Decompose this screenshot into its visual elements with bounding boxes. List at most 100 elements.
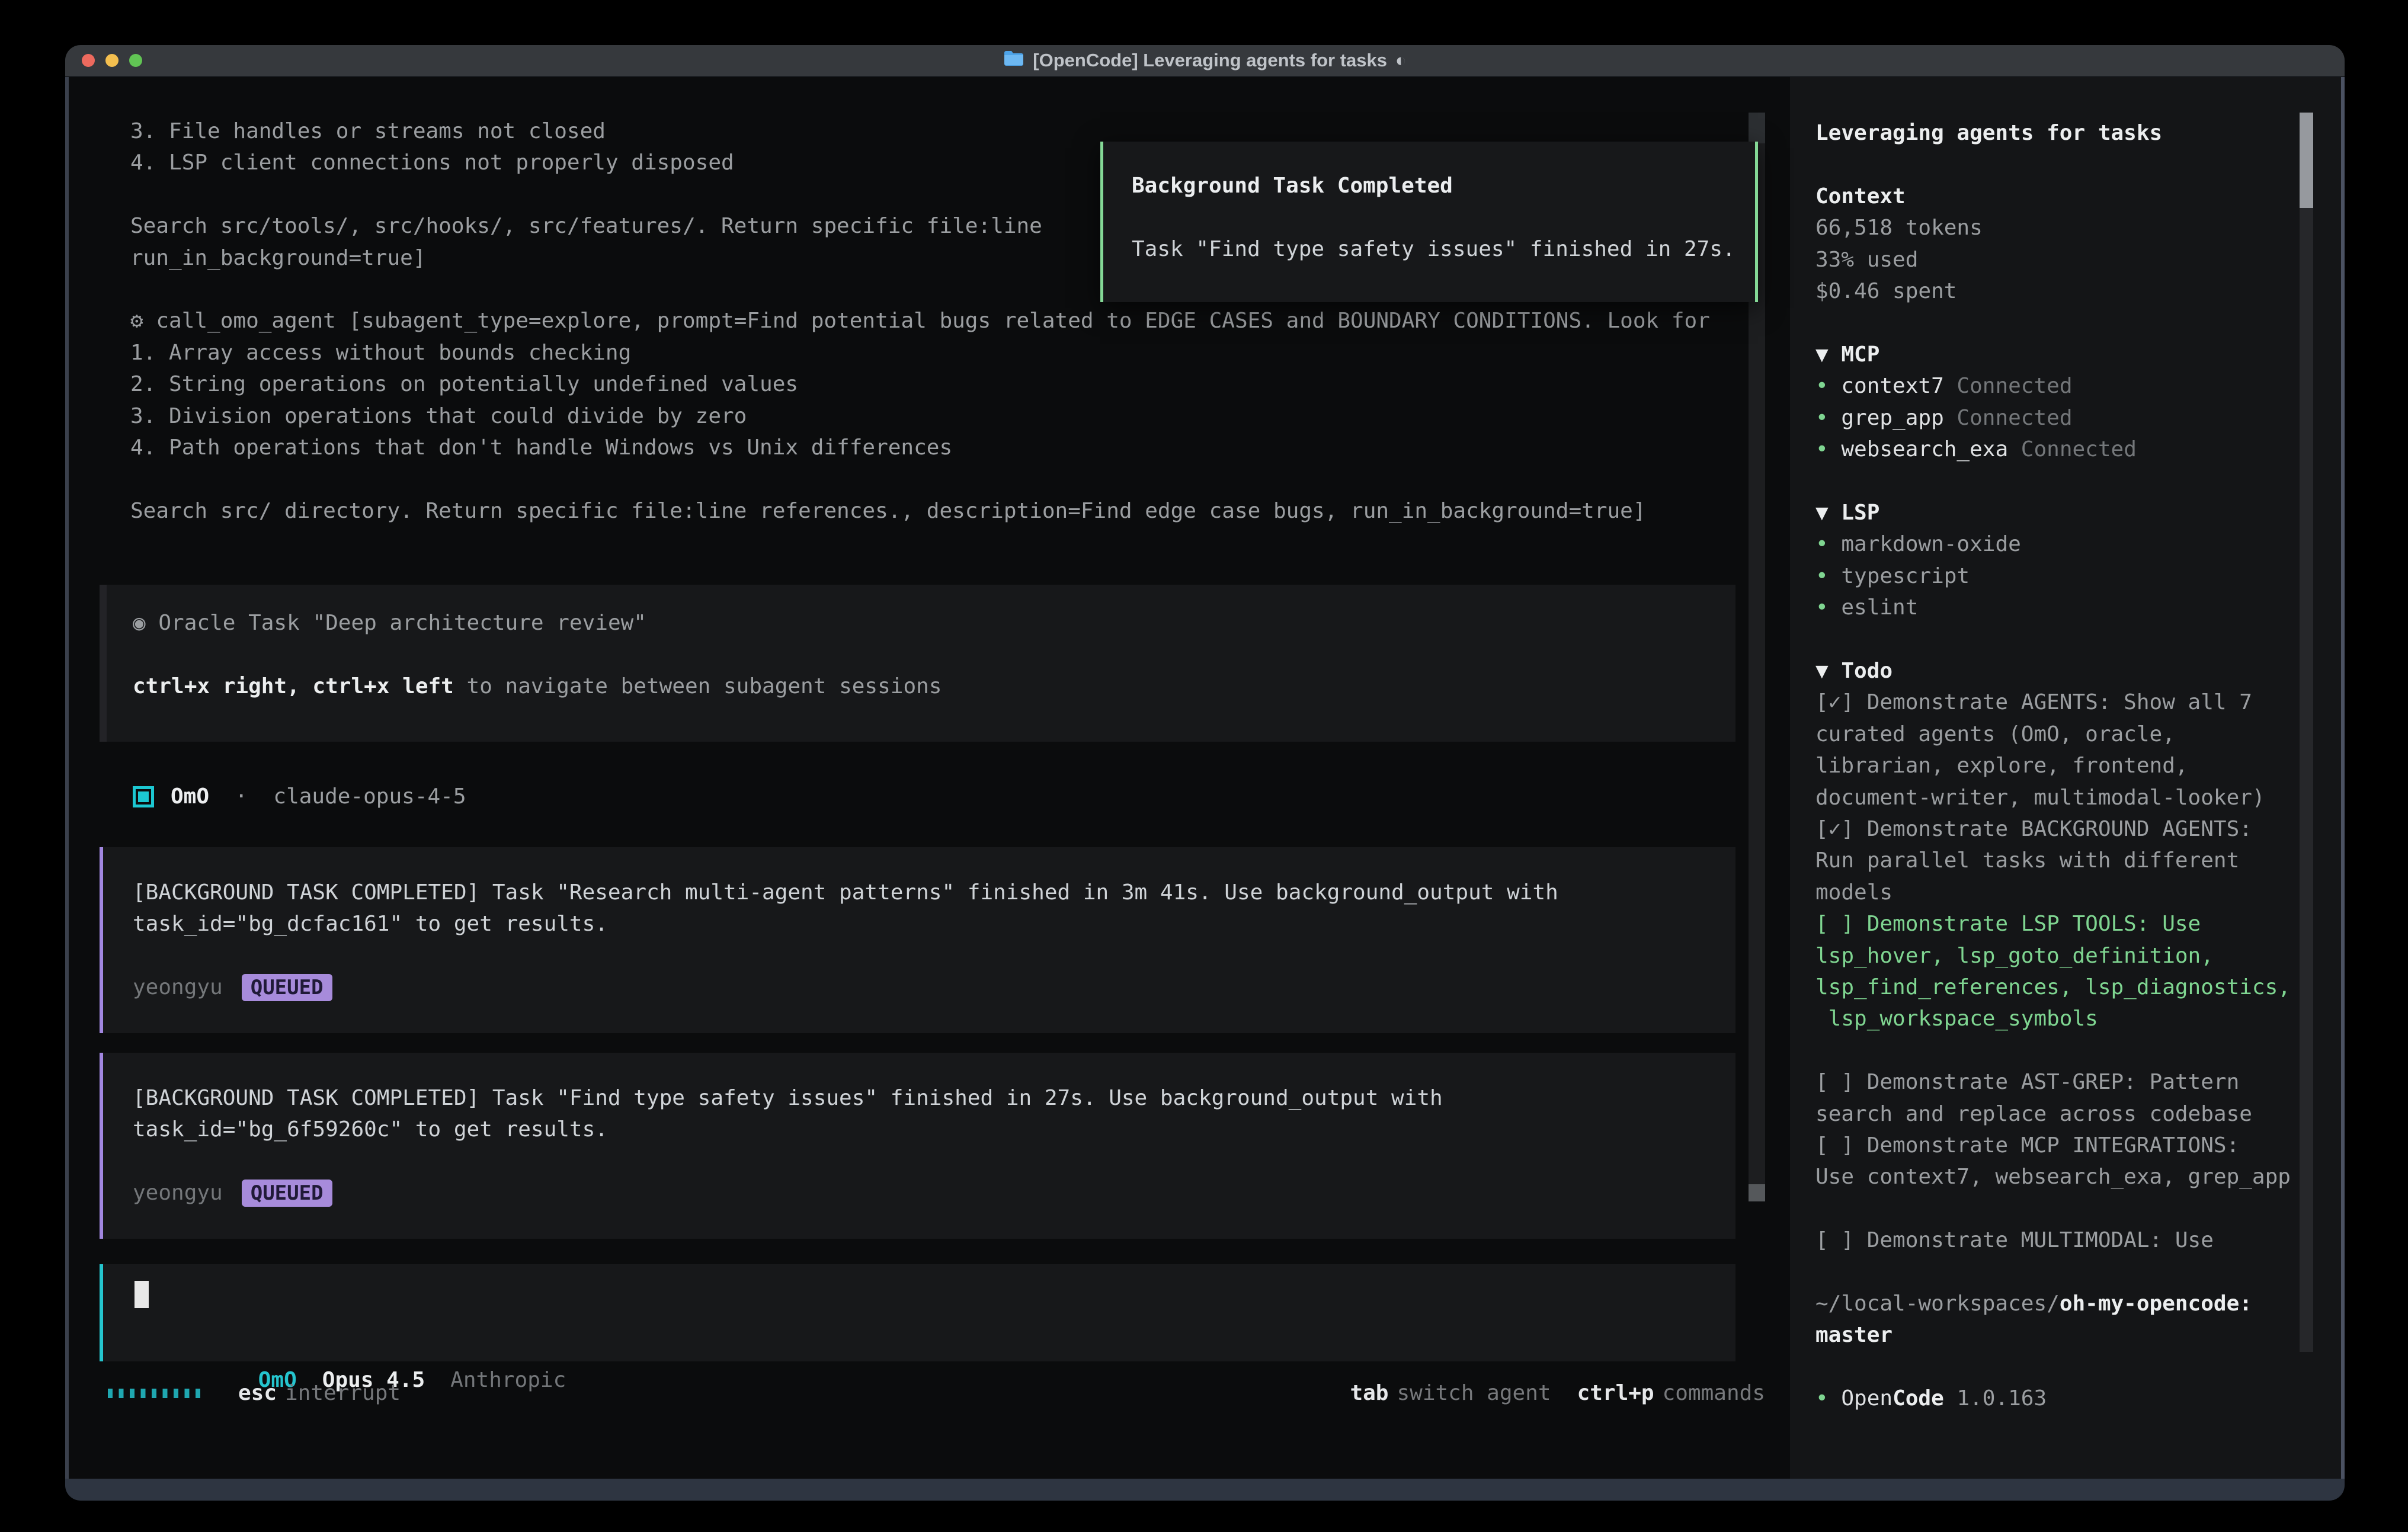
omo-square-icon	[133, 786, 154, 807]
text-line: lsp_workspace_symbols	[1815, 1003, 2313, 1034]
text-line	[1815, 624, 2313, 655]
minimize-button[interactable]	[105, 54, 119, 67]
text-cursor	[135, 1281, 149, 1308]
text-line: Leveraging agents for tasks	[1815, 117, 2313, 149]
background-task-message: [BACKGROUND TASK COMPLETED] Task "Find t…	[100, 1053, 1735, 1239]
text-line: [ ] Demonstrate LSP TOOLS: Use	[1815, 908, 2313, 940]
text-line: librarian, explore, frontend,	[1815, 750, 2313, 781]
main-scrollbar-thumb[interactable]	[1749, 1184, 1765, 1201]
sidebar-scrollbar-thumb[interactable]	[2300, 113, 2313, 208]
agent-separator: ·	[209, 781, 273, 812]
text-line: • eslint	[1815, 592, 2313, 623]
agent-model: claude-opus-4-5	[273, 781, 466, 812]
toast-title: Background Task Completed	[1132, 170, 1755, 201]
notification-toast: Background Task Completed Task "Find typ…	[1100, 142, 1758, 302]
text-line	[1815, 149, 2313, 180]
text-line: • context7 Connected	[1815, 370, 2313, 402]
text-line	[133, 639, 1735, 670]
text-line: Use context7, websearch_exa, grep_app	[1815, 1161, 2313, 1193]
text-line: $0.46 spent	[1815, 275, 2313, 307]
text-line	[1815, 1193, 2313, 1225]
text-line: document-writer, multimodal-looker)	[1815, 782, 2313, 813]
text-line: ctrl+x right, ctrl+x left to navigate be…	[133, 671, 1735, 702]
oracle-panel-lines: ◉ Oracle Task "Deep architecture review"…	[133, 607, 1735, 702]
toast-body: Task "Find type safety issues" finished …	[1132, 233, 1755, 265]
text-line: 2. String operations on potentially unde…	[130, 368, 1807, 400]
message-author: yeongyu	[133, 972, 223, 1003]
prompt-input[interactable]: OmOOpus 4.5Anthropic	[100, 1264, 1735, 1361]
sidebar-scrollbar[interactable]	[2300, 113, 2313, 1352]
text-line: [✓] Demonstrate AGENTS: Show all 7	[1815, 687, 2313, 718]
window-title-text: [OpenCode] Leveraging agents for tasks	[1033, 50, 1387, 71]
text-line	[1815, 307, 2313, 338]
text-line: • grep_app Connected	[1815, 402, 2313, 434]
text-line: master	[1815, 1319, 2313, 1351]
message-text: task_id="bg_6f59260c" to get results.	[133, 1117, 608, 1142]
session-half-circle-icon: ◐	[1395, 50, 1407, 71]
terminal-main: 3. File handles or streams not closed4. …	[69, 77, 1790, 1479]
text-line: 1. Array access without bounds checking	[130, 337, 1807, 368]
text-line: • markdown-oxide	[1815, 528, 2313, 560]
text-line	[130, 463, 1807, 495]
text-line: 4. Path operations that don't handle Win…	[130, 432, 1807, 463]
agent-name: OmO	[171, 781, 209, 812]
text-line: ▼ LSP	[1815, 497, 2313, 528]
text-line	[1815, 1035, 2313, 1066]
text-line: ⚙ call_omo_agent [subagent_type=explore,…	[130, 305, 1807, 336]
text-line: [ ] Demonstrate MCP INTEGRATIONS:	[1815, 1130, 2313, 1161]
message-text: [BACKGROUND TASK COMPLETED] Task "Find t…	[133, 1086, 1443, 1110]
text-line: ~/local-workspaces/oh-my-opencode:	[1815, 1288, 2313, 1319]
zoom-button[interactable]	[129, 54, 142, 67]
window-body: 3. File handles or streams not closed4. …	[65, 77, 2345, 1479]
text-line: [ ] Demonstrate AST-GREP: Pattern	[1815, 1066, 2313, 1098]
status-badge: QUEUED	[242, 974, 332, 1001]
folder-icon	[1003, 50, 1024, 71]
text-line: • OpenCode 1.0.163	[1815, 1383, 2313, 1414]
tab-key-label: switch agent	[1397, 1377, 1551, 1409]
background-task-message: [BACKGROUND TASK COMPLETED] Task "Resear…	[100, 847, 1735, 1033]
main-scrollbar-top-segment	[1749, 113, 1765, 143]
text-line: lsp_find_references, lsp_diagnostics,	[1815, 972, 2313, 1003]
window-title: [OpenCode] Leveraging agents for tasks ◐	[1003, 50, 1406, 71]
text-line: [✓] Demonstrate BACKGROUND AGENTS:	[1815, 813, 2313, 845]
text-line	[1815, 1257, 2313, 1288]
text-line: 66,518 tokens	[1815, 212, 2313, 243]
message-text: task_id="bg_dcfac161" to get results.	[133, 912, 608, 936]
ctrlp-key-hint: ctrl+p	[1577, 1377, 1654, 1409]
text-line: models	[1815, 877, 2313, 908]
window-titlebar[interactable]: [OpenCode] Leveraging agents for tasks ◐	[65, 45, 2345, 77]
text-line: 3. Division operations that could divide…	[130, 400, 1807, 432]
esc-key-label: interrupt	[285, 1377, 401, 1409]
text-line: [ ] Demonstrate MULTIMODAL: Use	[1815, 1225, 2313, 1256]
status-bar: esc interrupt tab switch agent ctrl+p co…	[108, 1377, 1765, 1409]
text-line: • typescript	[1815, 560, 2313, 592]
oracle-task-panel: ◉ Oracle Task "Deep architecture review"…	[100, 585, 1735, 742]
status-badge: QUEUED	[242, 1180, 332, 1207]
text-line	[1815, 1351, 2313, 1383]
message-text: [BACKGROUND TASK COMPLETED] Task "Resear…	[133, 880, 1558, 905]
session-sidebar: Leveraging agents for tasks Context66,51…	[1790, 77, 2341, 1479]
close-button[interactable]	[82, 54, 95, 67]
text-line: 33% used	[1815, 244, 2313, 275]
text-line: curated agents (OmO, oracle,	[1815, 719, 2313, 750]
agent-session-header[interactable]: OmO · claude-opus-4-5	[133, 781, 466, 812]
text-line: ◉ Oracle Task "Deep architecture review"	[133, 607, 1735, 639]
ctrlp-key-label: commands	[1663, 1377, 1765, 1409]
text-line: • websearch_exa Connected	[1815, 434, 2313, 465]
message-author: yeongyu	[133, 1177, 223, 1209]
text-line: ▼ Todo	[1815, 655, 2313, 687]
text-line: Run parallel tasks with different	[1815, 845, 2313, 876]
text-line: Context	[1815, 181, 2313, 212]
opencode-window: [OpenCode] Leveraging agents for tasks ◐…	[65, 45, 2345, 1501]
text-line	[1815, 465, 2313, 496]
text-line: lsp_hover, lsp_goto_definition,	[1815, 940, 2313, 972]
tab-key-hint: tab	[1350, 1377, 1388, 1409]
text-line: Search src/ directory. Return specific f…	[130, 495, 1807, 527]
esc-key-hint: esc	[238, 1377, 277, 1409]
window-bottom-bezel	[65, 1479, 2345, 1501]
text-line: search and replace across codebase	[1815, 1098, 2313, 1130]
spinner-dots-icon	[108, 1389, 205, 1398]
text-line: ▼ MCP	[1815, 339, 2313, 370]
traffic-lights	[82, 45, 142, 76]
sidebar-content: Leveraging agents for tasks Context66,51…	[1815, 117, 2313, 1415]
